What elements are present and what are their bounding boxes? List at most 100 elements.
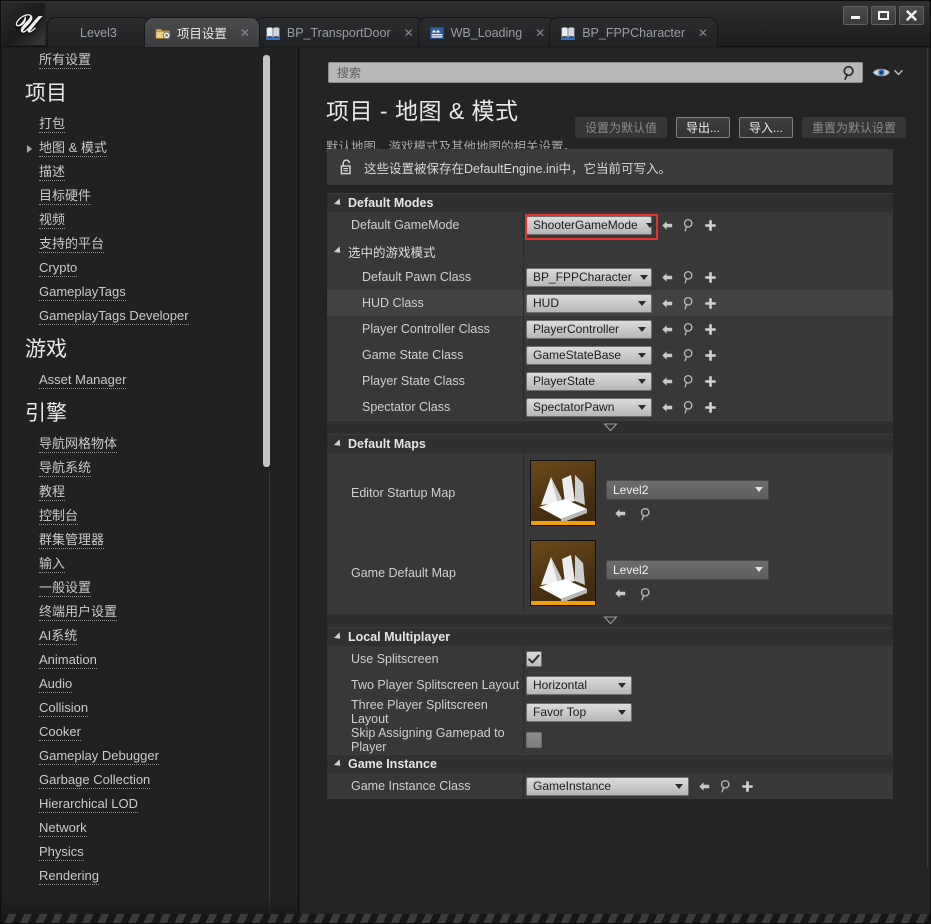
sidebar-item-garbage-collection[interactable]: Garbage Collection [3,768,281,792]
sidebar-item-item-2[interactable]: 教程 [3,480,281,504]
section-header-local-multiplayer[interactable]: Local Multiplayer [327,627,893,646]
combobox-three-player-splitscreen-layout[interactable]: Favor Top [526,702,632,722]
tab-level3[interactable]: Level3 ✕ [47,17,150,47]
search-icon[interactable] [842,65,857,81]
browse-icon[interactable] [682,296,696,310]
checkbox-skip-assigning-gamepad-to-player[interactable] [526,732,542,748]
sidebar-item-item-0[interactable]: 目标硬件 [3,184,281,208]
new-asset-icon[interactable] [704,375,717,388]
sidebar-item-gameplaytags[interactable]: GameplayTags [3,280,281,304]
level-thumbnail[interactable] [530,460,596,526]
settings-sidebar[interactable]: 所有设置 项目 打包 地图 & 模式 描述 目标硬件 视频 支持的平台 Crypto Gamepl… [3,48,299,922]
export-button[interactable]: 导出... [675,117,730,138]
sidebar-item-crypto[interactable]: Crypto [3,256,281,280]
new-asset-icon[interactable] [704,219,717,232]
section-expander[interactable] [327,613,893,627]
tab-bp-fppcharacter[interactable]: BP_FPPCharacter ✕ [549,17,719,47]
browse-icon[interactable] [682,322,696,336]
new-asset-icon[interactable] [704,271,717,284]
combobox-game-instance-class[interactable]: GameInstance [526,776,689,796]
combobox-player-state-class[interactable]: PlayerState [526,371,652,391]
tab-close-icon[interactable]: ✕ [401,26,417,40]
browse-icon[interactable] [719,779,733,793]
section-expander[interactable] [327,420,893,434]
new-asset-icon[interactable] [704,297,717,310]
sidebar-item-item-2[interactable]: 一般设置 [3,576,281,600]
section-header-game-instance[interactable]: Game Instance [327,754,893,773]
sidebar-item-item-0[interactable]: 打包 [3,112,281,136]
new-asset-icon[interactable] [704,323,717,336]
sidebar-item-gameplay-debugger[interactable]: Gameplay Debugger [3,744,281,768]
browse-icon[interactable] [682,400,696,414]
sidebar-item-item-2[interactable]: 导航网格物体 [3,432,281,456]
tab-close-icon[interactable]: ✕ [237,26,253,40]
sidebar-item-item-0[interactable]: 地图 & 模式 [3,136,281,160]
new-asset-icon[interactable] [741,780,754,793]
sidebar-item-hierarchical-lod[interactable]: Hierarchical LOD [3,792,281,816]
property-label[interactable]: 选中的游戏模式 [327,242,523,261]
level-thumbnail[interactable] [530,540,596,606]
sidebar-item-network[interactable]: Network [3,816,281,840]
combobox-two-player-splitscreen-layout[interactable]: Horizontal [526,675,632,695]
combobox-player-controller-class[interactable]: PlayerController [526,319,652,339]
reset-arrow-icon[interactable] [661,401,674,414]
browse-icon[interactable] [682,348,696,362]
section-header-default-modes[interactable]: Default Modes [327,193,893,212]
combobox-default-pawn-class[interactable]: BP_FPPCharacter [526,267,652,287]
sidebar-item-asset-manager[interactable]: Asset Manager [3,368,281,392]
combobox-game-state-class[interactable]: GameStateBase [526,345,652,365]
sidebar-item-collision[interactable]: Collision [3,696,281,720]
reset-arrow-icon[interactable] [614,507,627,520]
reset-arrow-icon[interactable] [661,219,674,232]
minimize-button[interactable] [843,6,868,25]
view-options-button[interactable] [872,66,903,79]
sidebar-item-item-2[interactable]: 控制台 [3,504,281,528]
sidebar-item-gameplaytags-developer[interactable]: GameplayTags Developer [3,304,281,328]
browse-icon[interactable] [682,374,696,388]
browse-icon[interactable] [639,587,653,601]
sidebar-item-audio[interactable]: Audio [3,672,281,696]
sidebar-item-item-2[interactable]: 群集管理器 [3,528,281,552]
reset-to-defaults-button[interactable]: 重置为默认设置 [801,117,906,138]
combobox-hud-class[interactable]: HUD [526,293,652,313]
reset-arrow-icon[interactable] [661,349,674,362]
sidebar-item-rendering[interactable]: Rendering [3,864,281,888]
sidebar-item-cooker[interactable]: Cooker [3,720,281,744]
section-header-default-maps[interactable]: Default Maps [327,434,893,453]
close-button[interactable] [899,6,924,25]
combobox-spectator-class[interactable]: SpectatorPawn [526,397,652,417]
tab-wb-loading[interactable]: WB_Loading ✕ [417,17,556,47]
reset-arrow-icon[interactable] [614,587,627,600]
reset-arrow-icon[interactable] [661,297,674,310]
combobox-default-gamemode[interactable]: ShooterGameMode [526,215,654,235]
combobox-editor-startup-map[interactable]: Level2 [606,479,769,500]
combobox-game-default-map[interactable]: Level2 [606,559,769,580]
tab-project-settings[interactable]: 项目设置 ✕ [143,17,260,47]
sidebar-item-item-0[interactable]: 视频 [3,208,281,232]
sidebar-item-ai[interactable]: AI系统 [3,624,281,648]
browse-icon[interactable] [682,270,696,284]
import-button[interactable]: 导入... [738,117,793,138]
chevron-down-icon[interactable] [894,69,903,76]
set-as-default-button[interactable]: 设置为默认值 [574,117,667,138]
sidebar-item-item-0[interactable]: 描述 [3,160,281,184]
search-input[interactable]: 搜索 [328,61,863,83]
sidebar-item-item-0[interactable]: 支持的平台 [3,232,281,256]
tab-close-icon[interactable]: ✕ [532,26,548,40]
tab-bp-transportdoor[interactable]: BP_TransportDoor ✕ [253,17,424,47]
sidebar-item-all-settings[interactable]: 所有设置 [3,48,281,72]
checkbox-use-splitscreen[interactable] [526,651,542,667]
sidebar-item-item-2[interactable]: 输入 [3,552,281,576]
maximize-button[interactable] [871,6,896,25]
sidebar-item-item-2[interactable]: 导航系统 [3,456,281,480]
reset-arrow-icon[interactable] [661,323,674,336]
new-asset-icon[interactable] [704,349,717,362]
browse-icon[interactable] [639,507,653,521]
tab-close-icon[interactable]: ✕ [695,26,711,40]
reset-arrow-icon[interactable] [661,375,674,388]
sidebar-item-animation[interactable]: Animation [3,648,281,672]
sidebar-item-item-2[interactable]: 终端用户设置 [3,600,281,624]
visibility-eye-icon[interactable] [872,66,891,79]
reset-arrow-icon[interactable] [661,271,674,284]
unreal-engine-logo-icon[interactable]: 𝒰 [3,3,45,45]
